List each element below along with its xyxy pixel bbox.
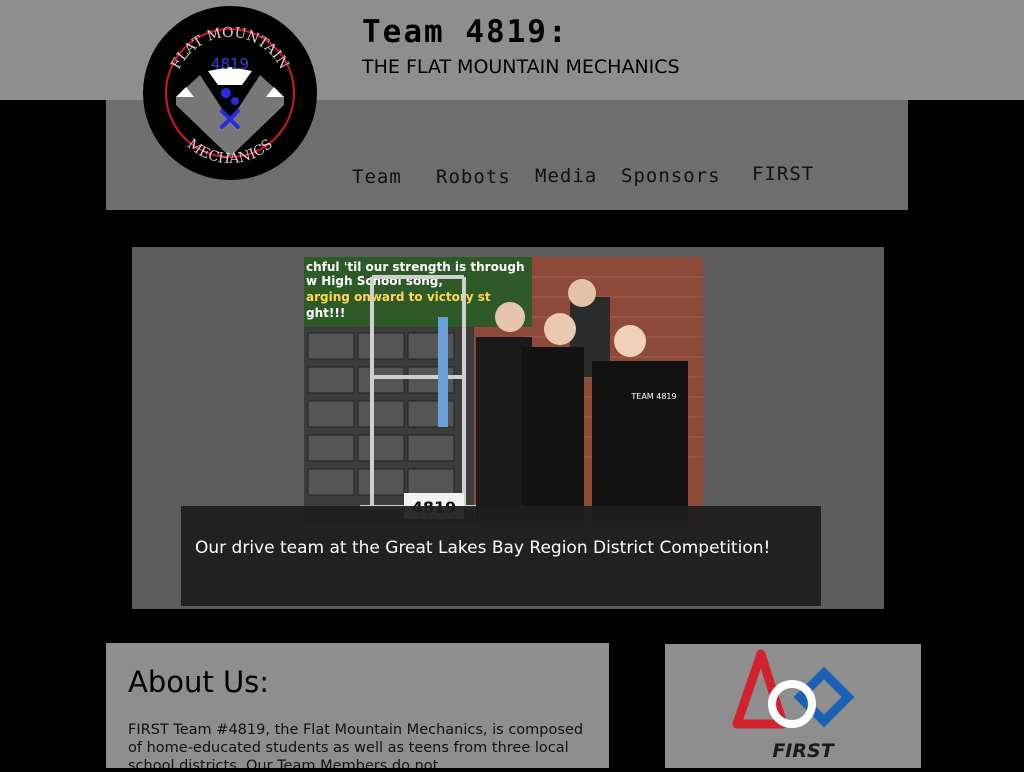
slideshow[interactable]: chful 'til our strength is through w Hig…: [132, 247, 884, 609]
nav-robots[interactable]: Robots: [436, 166, 511, 188]
site-subtitle: THE FLAT MOUNTAIN MECHANICS: [362, 56, 680, 78]
first-logo-text: FIRST: [772, 740, 835, 762]
slide-caption: Our drive team at the Great Lakes Bay Re…: [195, 538, 771, 558]
first-logo-box[interactable]: FIRST: [665, 644, 921, 768]
about-section: About Us: FIRST Team #4819, the Flat Mou…: [106, 643, 609, 768]
site-title: Team 4819:: [362, 14, 569, 50]
svg-text:chful 'til our strength is thr: chful 'til our strength is through: [306, 260, 524, 274]
team-photo: chful 'til our strength is through w Hig…: [304, 257, 703, 525]
logo-number: 4819: [211, 55, 249, 73]
about-heading: About Us:: [128, 665, 270, 699]
team-logo[interactable]: 4819 FLAT MOUNTAIN MECHANICS: [142, 5, 318, 181]
caption-box: Our drive team at the Great Lakes Bay Re…: [181, 506, 821, 606]
nav-sponsors[interactable]: Sponsors: [621, 165, 721, 187]
svg-text:ght!!!: ght!!!: [306, 306, 345, 320]
about-body: FIRST Team #4819, the Flat Mountain Mech…: [128, 722, 584, 768]
shirt-text: TEAM 4819: [630, 392, 676, 401]
nav-team[interactable]: Team: [352, 166, 402, 188]
nav-media[interactable]: Media: [535, 165, 597, 187]
first-logo: FIRST: [732, 649, 855, 762]
nav-first[interactable]: FIRST: [752, 163, 814, 185]
